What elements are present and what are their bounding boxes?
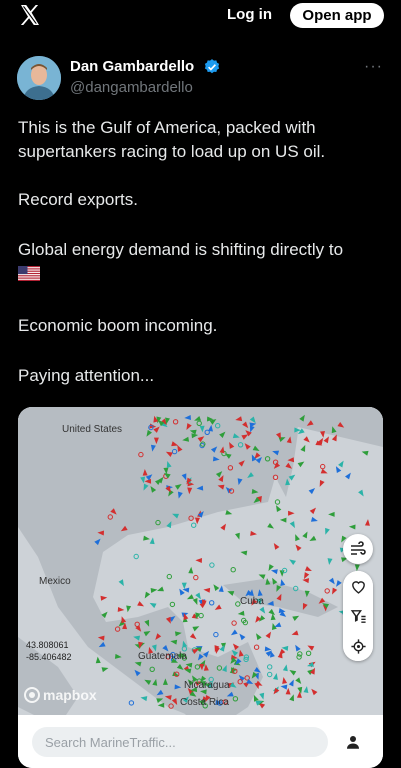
coordinate-readout: 43.808061 -85.406482 <box>26 639 72 663</box>
heart-icon <box>351 580 365 594</box>
map-tools-stack <box>343 571 373 661</box>
marine-traffic-map[interactable]: United States Mexico Cuba Guatemala Nica… <box>18 407 383 768</box>
mapbox-logo-icon <box>24 687 40 703</box>
tweet-text: This is the Gulf of America, packed with… <box>18 116 383 388</box>
open-app-button[interactable]: Open app <box>290 3 384 28</box>
tweet-line: Economic boom incoming. <box>18 316 218 335</box>
more-options-icon[interactable]: ··· <box>364 58 383 76</box>
us-flag-icon <box>18 266 40 281</box>
map-label-costa-rica: Costa Rica <box>180 697 229 708</box>
map-label-mexico: Mexico <box>39 576 71 587</box>
tweet-line: This is the Gulf of America, packed with… <box>18 118 326 161</box>
map-label-cuba: Cuba <box>240 596 264 607</box>
map-canvas[interactable] <box>18 407 383 768</box>
account-button[interactable] <box>338 727 368 757</box>
verified-badge-icon <box>204 59 220 74</box>
tweet-line: Global energy demand is shifting directl… <box>18 240 344 259</box>
map-label-nicaragua: Nicaragua <box>184 680 230 691</box>
map-search-bar <box>18 715 383 768</box>
mapbox-text: mapbox <box>43 687 97 703</box>
tweet-line: Paying attention... <box>18 366 155 385</box>
my-location-button[interactable] <box>343 631 373 661</box>
map-label-guatemala: Guatemala <box>138 651 187 662</box>
mapbox-attribution[interactable]: mapbox <box>24 684 97 706</box>
avatar[interactable] <box>17 56 61 100</box>
longitude-value: -85.406482 <box>26 652 72 662</box>
favorites-button[interactable] <box>343 571 373 601</box>
author-handle[interactable]: @dangambardello <box>70 79 193 96</box>
latitude-value: 43.808061 <box>26 640 69 650</box>
wind-layers-icon <box>351 541 366 555</box>
login-link[interactable]: Log in <box>227 6 272 23</box>
top-bar: Log in Open app <box>0 0 401 34</box>
filters-button[interactable] <box>343 601 373 631</box>
user-icon <box>347 736 359 749</box>
filter-icon <box>350 609 366 623</box>
author-name[interactable]: Dan Gambardello <box>70 58 194 75</box>
search-input[interactable] <box>32 727 328 757</box>
map-label-us: United States <box>62 424 123 435</box>
routes-filter-button[interactable] <box>343 534 373 564</box>
tweet-line: Record exports. <box>18 190 138 209</box>
locate-icon <box>350 638 366 654</box>
x-logo-icon[interactable] <box>18 3 42 27</box>
